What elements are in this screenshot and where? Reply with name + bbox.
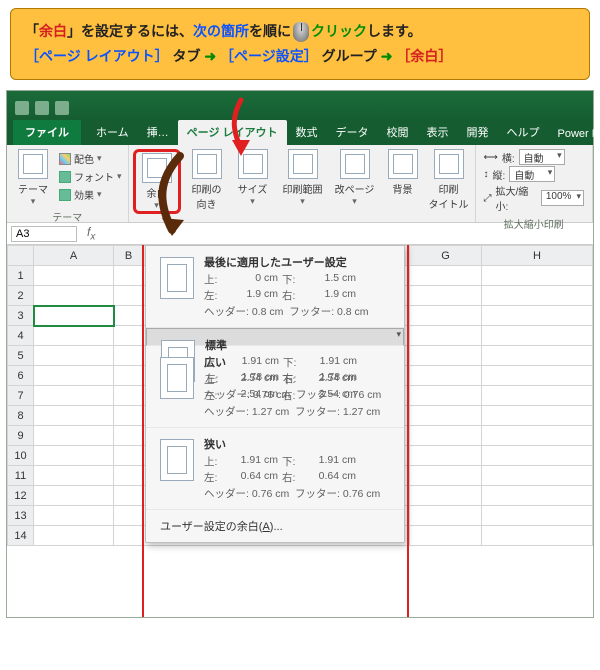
row-header[interactable]: 13 [8,506,34,526]
col-header[interactable]: H [482,246,593,266]
margin-option-custom[interactable]: ユーザー設定の余白(A)... [146,510,404,542]
font-icon [59,171,71,183]
quick-access-toolbar[interactable] [15,101,69,121]
excel-window: ファイル ホーム 挿… ページ レイアウト 数式 データ 校閲 表示 開発 ヘル… [6,90,594,618]
tab-help[interactable]: ヘルプ [498,120,549,145]
qat-redo-icon[interactable] [55,101,69,115]
theme-group-label: テーマ [13,207,122,224]
row-header[interactable]: 11 [8,466,34,486]
tab-formulas[interactable]: 数式 [287,120,327,145]
margin-option-narrow[interactable]: 狭い 上:1.91 cm 下:1.91 cm 左:0.64 cm 右:0.64 … [146,428,404,510]
print-titles-icon [434,149,464,179]
size-icon [238,149,268,179]
margin-option-normal[interactable]: 標準 上:1.91 cm 下:1.91 cm 左:1.78 cm 右:1.78 … [146,328,404,346]
colors-button[interactable]: 配色▾ [59,151,122,166]
row-header[interactable]: 12 [8,486,34,506]
background-button[interactable]: 背景 [383,149,423,196]
row-header[interactable]: 1 [8,266,34,286]
row-header[interactable]: 9 [8,426,34,446]
breaks-button[interactable]: 改ページ▾ [333,149,377,207]
scale-width[interactable]: ⟷横:自動 [484,149,584,165]
margins-button[interactable]: 余白▾ [137,153,177,211]
margin-thumb-icon [160,257,194,299]
orientation-icon [192,149,222,179]
ribbon: テーマ▾ 配色▾ フォント▾ 効果▾ テーマ 余白▾ [7,145,593,223]
fonts-button[interactable]: フォント▾ [59,169,122,184]
margin-option-last[interactable]: 最後に適用したユーザー設定 上:0 cm 下:1.5 cm 左:1.9 cm 右… [146,246,404,328]
row-header[interactable]: 3 [8,306,34,326]
title-bar [7,91,593,121]
tab-file[interactable]: ファイル [13,120,81,145]
size-button[interactable]: サイズ▾ [233,149,273,207]
row-header[interactable]: 7 [8,386,34,406]
fx-icon[interactable]: fx [87,225,95,242]
col-header[interactable]: A [34,246,114,266]
print-area-button[interactable]: 印刷範囲▾ [279,149,327,207]
tab-page-layout[interactable]: ページ レイアウト [178,120,287,145]
active-cell[interactable] [34,306,114,326]
scale-percent[interactable]: ⤢拡大/縮小:100% [484,183,584,213]
mouse-icon [293,22,309,42]
col-header[interactable]: B [114,246,144,266]
background-icon [388,149,418,179]
themes-button[interactable]: テーマ▾ [13,149,53,207]
scale-height[interactable]: ↕縦:自動 [484,166,584,182]
row-header[interactable]: 4 [8,326,34,346]
qat-save-icon[interactable] [15,101,29,115]
themes-icon [18,149,48,179]
ribbon-tabs: ファイル ホーム 挿… ページ レイアウト 数式 データ 校閲 表示 開発 ヘル… [7,121,593,145]
tab-power-pivot[interactable]: Power Pivot [549,124,600,145]
breaks-icon [340,149,370,179]
row-header[interactable]: 5 [8,346,34,366]
margin-thumb-icon [160,439,194,481]
qat-undo-icon[interactable] [35,101,49,115]
tab-review[interactable]: 校閲 [378,120,418,145]
margins-highlight: 余白▾ [133,149,181,214]
row-header[interactable]: 8 [8,406,34,426]
tab-view[interactable]: 表示 [418,120,458,145]
scale-group-label: 拡大縮小印刷 [484,214,584,231]
row-header[interactable]: 14 [8,526,34,546]
tab-insert[interactable]: 挿… [138,120,178,145]
row-header[interactable]: 6 [8,366,34,386]
tab-data[interactable]: データ [327,120,378,145]
col-header[interactable]: G [410,246,482,266]
name-box[interactable] [11,226,77,242]
tab-home[interactable]: ホーム [87,120,138,145]
print-area-icon [288,149,318,179]
palette-icon [59,153,71,165]
row-header[interactable]: 2 [8,286,34,306]
print-titles-button[interactable]: 印刷 タイトル [429,149,469,211]
keyword-yohaku: 余白 [39,23,67,39]
effects-icon [59,189,71,201]
tab-developer[interactable]: 開発 [458,120,498,145]
row-header[interactable]: 10 [8,446,34,466]
orientation-button[interactable]: 印刷の 向き [187,149,227,211]
instruction-callout: 「余白」を設定するには、次の箇所を順にクリックします。 ［ページ レイアウト］ … [10,8,590,80]
margins-dropdown: 最後に適用したユーザー設定 上:0 cm 下:1.5 cm 左:1.9 cm 右… [145,245,405,543]
margin-thumb-icon [160,357,194,399]
margins-icon [142,153,172,183]
effects-button[interactable]: 効果▾ [59,187,122,202]
select-all-corner[interactable] [8,246,34,266]
